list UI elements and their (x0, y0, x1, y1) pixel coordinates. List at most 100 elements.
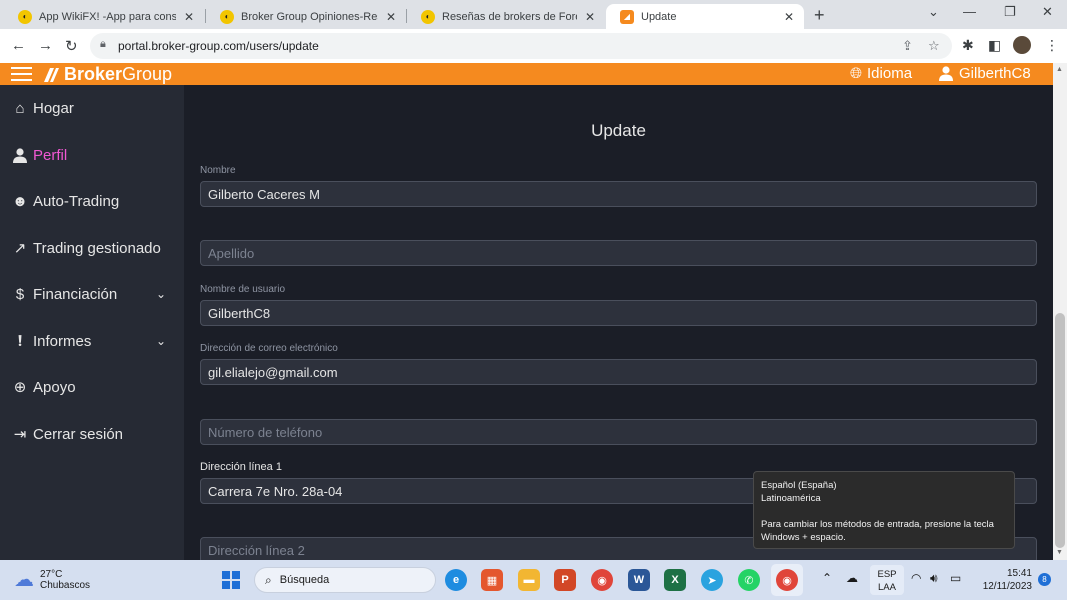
close-icon[interactable]: ✕ (782, 10, 796, 24)
wikifx-favicon-icon: ◐ (220, 9, 234, 24)
tray-chevron-up-icon[interactable]: ⌃ (822, 571, 832, 585)
rain-cloud-icon: ☁ (14, 569, 34, 591)
battery-icon[interactable]: ▭ (950, 571, 961, 585)
tab-search-chevron-icon[interactable]: ⌄ (928, 4, 939, 20)
email-label: Dirección de correo electrónico (200, 343, 338, 354)
scrollbar-thumb[interactable] (1055, 313, 1065, 548)
windows-taskbar: ☁ 27°C Chubascos ⌕ Búsqueda e ▦ ▬ P ◉ W … (0, 560, 1067, 600)
minimize-icon[interactable]: — (963, 4, 976, 19)
browser-tab-update[interactable]: ◢ Update ✕ (606, 4, 804, 29)
tooltip-line: Español (España) (761, 480, 837, 491)
sidebar-item-cerrar-sesion[interactable]: ⇥ Cerrar sesión (0, 414, 184, 454)
chevron-down-icon: ⌄ (155, 287, 166, 301)
clock-date: 12/11/2023 (982, 581, 1032, 592)
brokergroup-favicon-icon: ◢ (620, 9, 634, 24)
chevron-down-icon: ⌄ (155, 334, 166, 348)
app-header: BrokerGroup 🌐︎ Idioma GilberthC8 (0, 63, 1053, 85)
back-arrow-icon[interactable]: ← (11, 37, 26, 54)
forward-arrow-icon[interactable]: → (38, 37, 53, 54)
taskbar-search[interactable]: ⌕ Búsqueda (254, 567, 436, 593)
browser-tab-wikifx[interactable]: ◐ App WikiFX! -App para consulta ✕ (4, 4, 204, 29)
kebab-menu-icon[interactable]: ⋮ (1045, 37, 1059, 54)
weather-widget[interactable]: ☁ 27°C Chubascos (14, 567, 90, 592)
scroll-down-icon[interactable]: ▼ (1056, 549, 1063, 556)
language-selector[interactable]: 🌐︎ Idioma (850, 65, 912, 82)
windows-start-icon[interactable] (222, 571, 240, 589)
word-icon[interactable]: W (628, 569, 650, 591)
onedrive-cloud-icon[interactable]: ☁ (846, 571, 858, 585)
logout-icon: ⇥ (13, 426, 27, 443)
taskbar-clock[interactable]: 15:41 12/11/2023 (976, 567, 1032, 593)
scroll-up-icon[interactable]: ▲ (1056, 66, 1063, 73)
email-field[interactable]: gil.elialejo@gmail.com (200, 359, 1037, 385)
nombre-label: Nombre (200, 165, 236, 176)
sidebar-item-label: Informes (33, 332, 92, 350)
browser-tab-resenas[interactable]: ◐ Reseñas de brokers de Forex-Pla ✕ (407, 4, 605, 29)
powerpoint-icon[interactable]: P (554, 569, 576, 591)
lock-icon[interactable]: 🔒︎ (100, 38, 106, 51)
address1-label: Dirección línea 1 (200, 461, 282, 473)
whatsapp-icon[interactable]: ✆ (738, 569, 760, 591)
username-label: GilberthC8 (959, 65, 1031, 82)
speaker-icon[interactable]: 🔊︎ (930, 571, 938, 586)
weather-temp: 27°C (40, 568, 63, 580)
sidebar-item-label: Cerrar sesión (33, 425, 124, 443)
extensions-puzzle-icon[interactable]: ✱ (962, 37, 974, 54)
brain-head-icon: ☻ (12, 192, 28, 210)
close-icon[interactable]: ✕ (384, 10, 398, 24)
page-scrollbar[interactable]: ▲ ▼ (1053, 63, 1067, 560)
excel-icon[interactable]: X (664, 569, 686, 591)
side-panel-icon[interactable]: ◧ (988, 37, 1001, 54)
logo-text: BrokerGroup (64, 64, 173, 84)
close-icon[interactable]: ✕ (182, 10, 196, 24)
window-close-icon[interactable]: ✕ (1042, 4, 1053, 20)
input-language-indicator[interactable]: ESP LAA (870, 565, 904, 595)
clock-time: 15:41 (1006, 568, 1032, 579)
user-icon (939, 66, 953, 81)
apellido-field[interactable]: Apellido (200, 240, 1037, 266)
sidebar-item-label: Trading gestionado (33, 239, 161, 257)
close-icon[interactable]: ✕ (583, 10, 597, 24)
restore-icon[interactable]: ❐ (1004, 4, 1016, 20)
tab-title: Reseñas de brokers de Forex-Pla (442, 10, 577, 23)
lifebuoy-icon: ⊕ (13, 379, 27, 396)
sidebar-item-label: Perfil (33, 146, 68, 164)
nombre-field[interactable]: Gilberto Caceres M (200, 181, 1037, 207)
hamburger-menu-icon[interactable] (11, 67, 32, 81)
share-icon[interactable]: ⇪ (902, 38, 913, 54)
home-icon: ⌂ (15, 99, 25, 117)
brokergroup-logo[interactable]: BrokerGroup (42, 64, 172, 85)
sidebar-item-trading-gestionado[interactable]: ↗ Trading gestionado (0, 228, 184, 268)
user-menu[interactable]: GilberthC8 (938, 65, 1031, 82)
phone-field[interactable]: Número de teléfono (200, 419, 1037, 445)
sidebar-item-label: Apoyo (33, 378, 76, 396)
phone-placeholder: Número de teléfono (208, 424, 323, 440)
sidebar-item-perfil[interactable]: Perfil (0, 135, 184, 175)
sidebar-item-apoyo[interactable]: ⊕ Apoyo (0, 367, 184, 407)
new-tab-plus-icon[interactable]: + (814, 5, 825, 26)
notification-badge[interactable]: 8 (1038, 573, 1051, 586)
reload-icon[interactable]: ↻ (65, 37, 78, 55)
address-bar[interactable]: 🔒︎ portal.broker-group.com/users/update … (90, 33, 952, 59)
username-value: GilberthC8 (208, 305, 271, 321)
username-field[interactable]: GilberthC8 (200, 300, 1037, 326)
file-explorer-icon[interactable]: ▬ (518, 569, 540, 591)
bookmark-star-icon[interactable]: ☆ (928, 38, 940, 54)
chrome-active-icon[interactable]: ◉ (776, 569, 798, 591)
exclamation-circle-icon: ❗︎ (17, 332, 23, 350)
edge-icon[interactable]: e (445, 569, 467, 591)
browser-tab-brokergroup-opiniones[interactable]: ◐ Broker Group Opiniones-Reseña ✕ (206, 4, 406, 29)
sidebar-item-financiacion[interactable]: $ Financiación ⌄ (0, 274, 184, 314)
profile-avatar[interactable] (1013, 36, 1031, 54)
sidebar-item-hogar[interactable]: ⌂ Hogar (0, 88, 184, 128)
browser-toolbar: ← → ↻ 🔒︎ portal.broker-group.com/users/u… (0, 29, 1067, 63)
sidebar-item-label: Hogar (33, 99, 74, 117)
store-icon[interactable]: ▦ (481, 569, 503, 591)
telegram-icon[interactable]: ➤ (701, 569, 723, 591)
sidebar-item-informes[interactable]: ❗︎ Informes ⌄ (0, 321, 184, 361)
chrome-icon[interactable]: ◉ (591, 569, 613, 591)
search-icon: ⌕ (265, 572, 272, 587)
sidebar: ⌂ Hogar Perfil ☻ Auto-Trading ↗ Trading … (0, 85, 184, 560)
sidebar-item-auto-trading[interactable]: ☻ Auto-Trading (0, 181, 184, 221)
wifi-icon[interactable]: ◠ (911, 571, 921, 585)
